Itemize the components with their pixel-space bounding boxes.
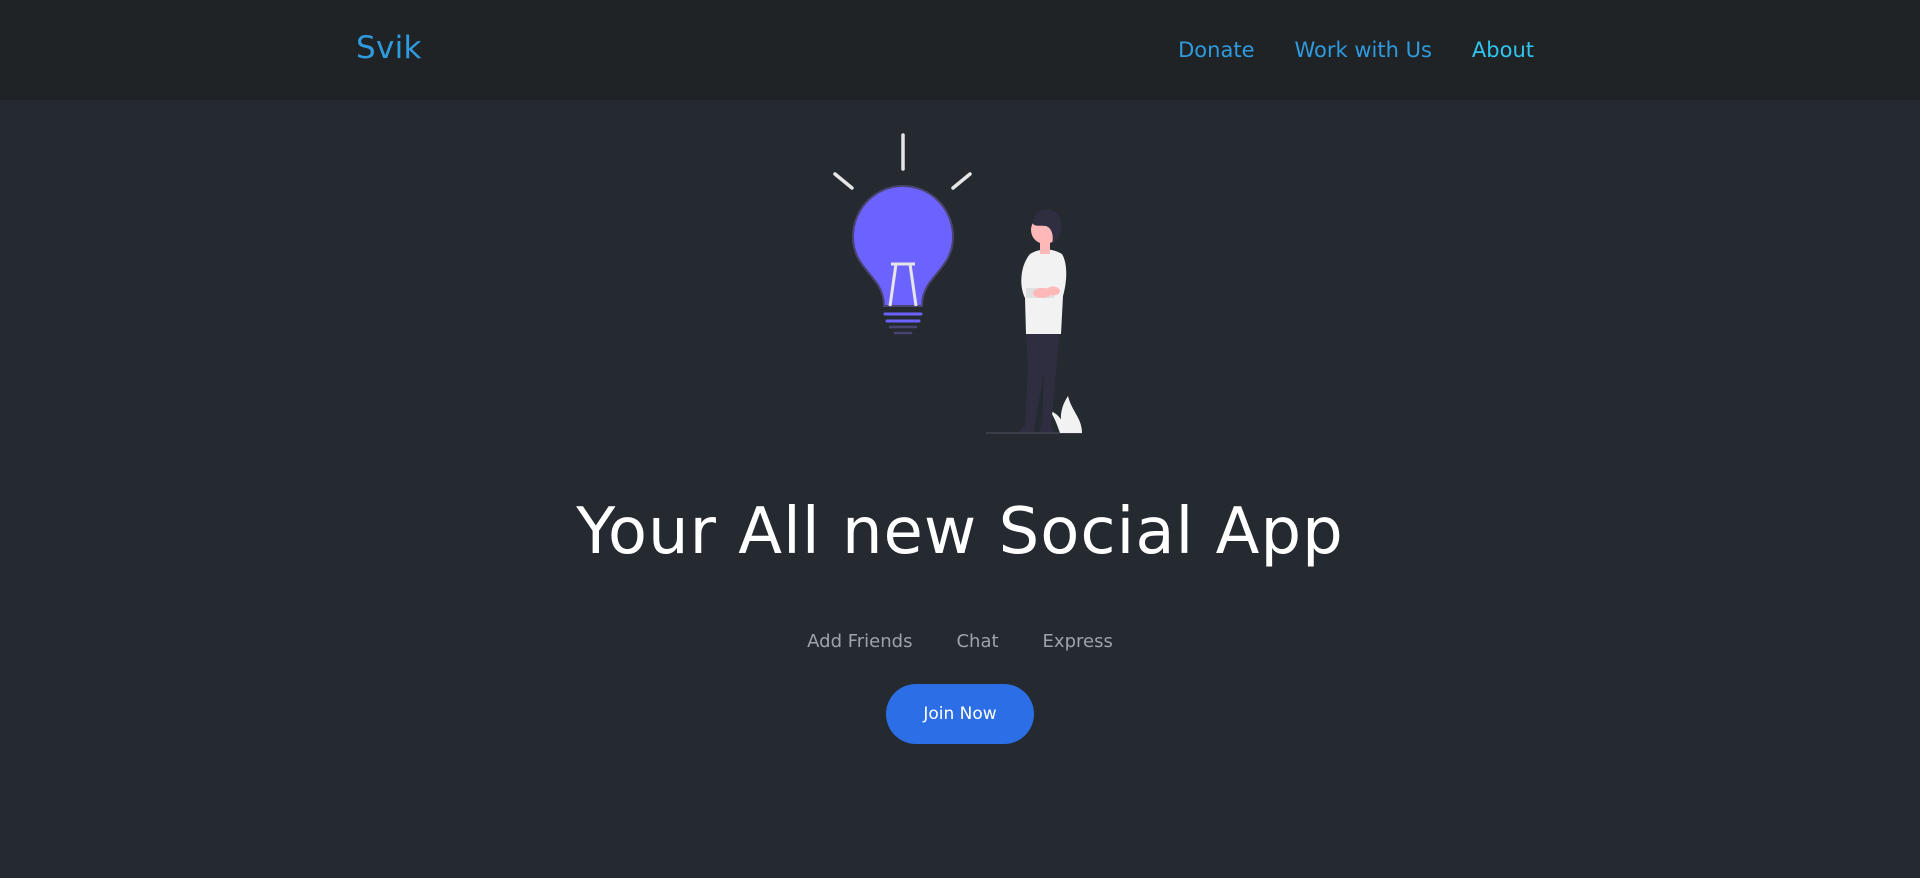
nav-links: Donate Work with Us About — [1178, 36, 1534, 64]
lightbulb-icon — [833, 133, 972, 335]
nav-link-about[interactable]: About — [1472, 36, 1534, 64]
feature-express: Express — [1042, 631, 1113, 652]
person-illustration — [986, 209, 1082, 434]
nav-link-donate[interactable]: Donate — [1178, 36, 1254, 64]
feature-chat: Chat — [956, 631, 999, 652]
hero-illustration — [833, 133, 1082, 434]
page-title: Your All new Social App — [576, 495, 1344, 569]
navbar: Svik Donate Work with Us About — [0, 0, 1920, 100]
feature-list: Add Friends Chat Express — [0, 629, 1920, 655]
feature-add-friends: Add Friends — [807, 631, 913, 652]
nav-link-work-with-us[interactable]: Work with Us — [1295, 36, 1432, 64]
brand-logo[interactable]: Svik — [356, 28, 422, 68]
join-now-button[interactable]: Join Now — [886, 684, 1034, 744]
